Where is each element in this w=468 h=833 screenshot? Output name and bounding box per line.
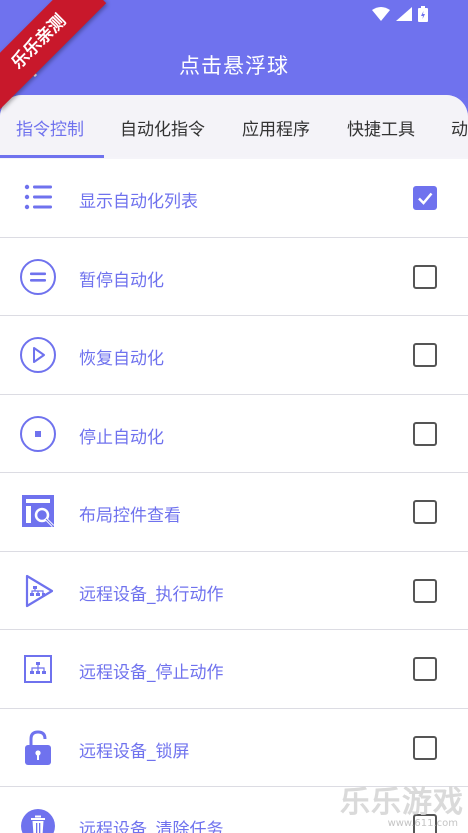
list-item-label: 远程设备_清除任务: [79, 820, 224, 833]
list-item-resume-automation[interactable]: 恢复自动化: [0, 316, 468, 395]
list-item-label: 布局控件查看: [79, 506, 181, 526]
remote-stop-icon: [24, 655, 52, 683]
list-item-label: 暂停自动化: [79, 270, 164, 291]
tab-shortcut-tools[interactable]: 快捷工具: [347, 115, 415, 140]
list-item-remote-execute[interactable]: 远程设备_执行动作: [0, 551, 468, 630]
list-item-remote-stop[interactable]: 远程设备_停止动作: [0, 630, 468, 709]
watermark-url: www.611.com: [387, 818, 458, 829]
stop-circle-icon: [20, 415, 56, 452]
lock-icon: [25, 729, 51, 765]
command-list: 显示自动化列表 暂停自动化 恢复自动化 停止自动化 布局控件查看 远程设备_执行…: [0, 159, 468, 833]
checkbox[interactable]: [413, 500, 437, 524]
tab-applications[interactable]: 应用程序: [242, 115, 310, 140]
checkbox[interactable]: [413, 657, 437, 681]
layout-inspect-icon: [22, 495, 55, 528]
watermark: 乐乐游戏 www.611.com: [340, 781, 464, 829]
list-item-label: 恢复自动化: [79, 349, 164, 369]
list-item-label: 停止自动化: [79, 427, 164, 448]
list-item-label: 远程设备_执行动作: [79, 584, 224, 605]
play-circle-icon: [20, 337, 56, 373]
trash-icon: [21, 809, 55, 833]
list-item-label: 远程设备_停止动作: [79, 663, 224, 683]
checkbox[interactable]: [413, 735, 437, 760]
list-item-stop-automation[interactable]: 停止自动化: [0, 394, 468, 473]
checkbox[interactable]: [413, 343, 437, 367]
watermark-text: 乐乐游戏: [340, 785, 464, 820]
remote-execute-icon: [25, 574, 54, 607]
tab-command-control[interactable]: 指令控制: [16, 115, 84, 140]
checkbox[interactable]: [413, 421, 437, 446]
list-item-layout-inspector[interactable]: 布局控件查看: [0, 473, 468, 552]
tab-more[interactable]: 动: [451, 115, 468, 140]
content-sheet: 指令控制 自动化指令 应用程序 快捷工具 动 显示自动化列表 暂停自动化 恢复自…: [0, 95, 468, 833]
checkbox[interactable]: [413, 264, 437, 289]
tab-bar: 指令控制 自动化指令 应用程序 快捷工具 动: [0, 95, 468, 158]
tab-indicator: [0, 155, 104, 158]
pause-circle-icon: [20, 258, 56, 295]
app-bar: 点击悬浮球: [0, 32, 468, 98]
checkbox-checked[interactable]: [413, 186, 437, 210]
signal-icon: [396, 7, 412, 21]
list-item-remote-lock-screen[interactable]: 远程设备_锁屏: [0, 708, 468, 787]
list-item-pause-automation[interactable]: 暂停自动化: [0, 237, 468, 316]
checkmark-icon: [418, 192, 433, 205]
battery-icon: [418, 6, 428, 22]
tab-automation-commands[interactable]: 自动化指令: [120, 115, 205, 140]
status-icons: [372, 6, 428, 22]
list-item-show-automation-list[interactable]: 显示自动化列表: [0, 159, 468, 238]
page-title: 点击悬浮球: [179, 54, 289, 78]
wifi-icon: [372, 7, 390, 21]
list-icon: [24, 184, 52, 210]
list-item-label: 显示自动化列表: [79, 192, 198, 212]
list-item-label: 远程设备_锁屏: [79, 741, 190, 762]
checkbox[interactable]: [413, 578, 437, 603]
